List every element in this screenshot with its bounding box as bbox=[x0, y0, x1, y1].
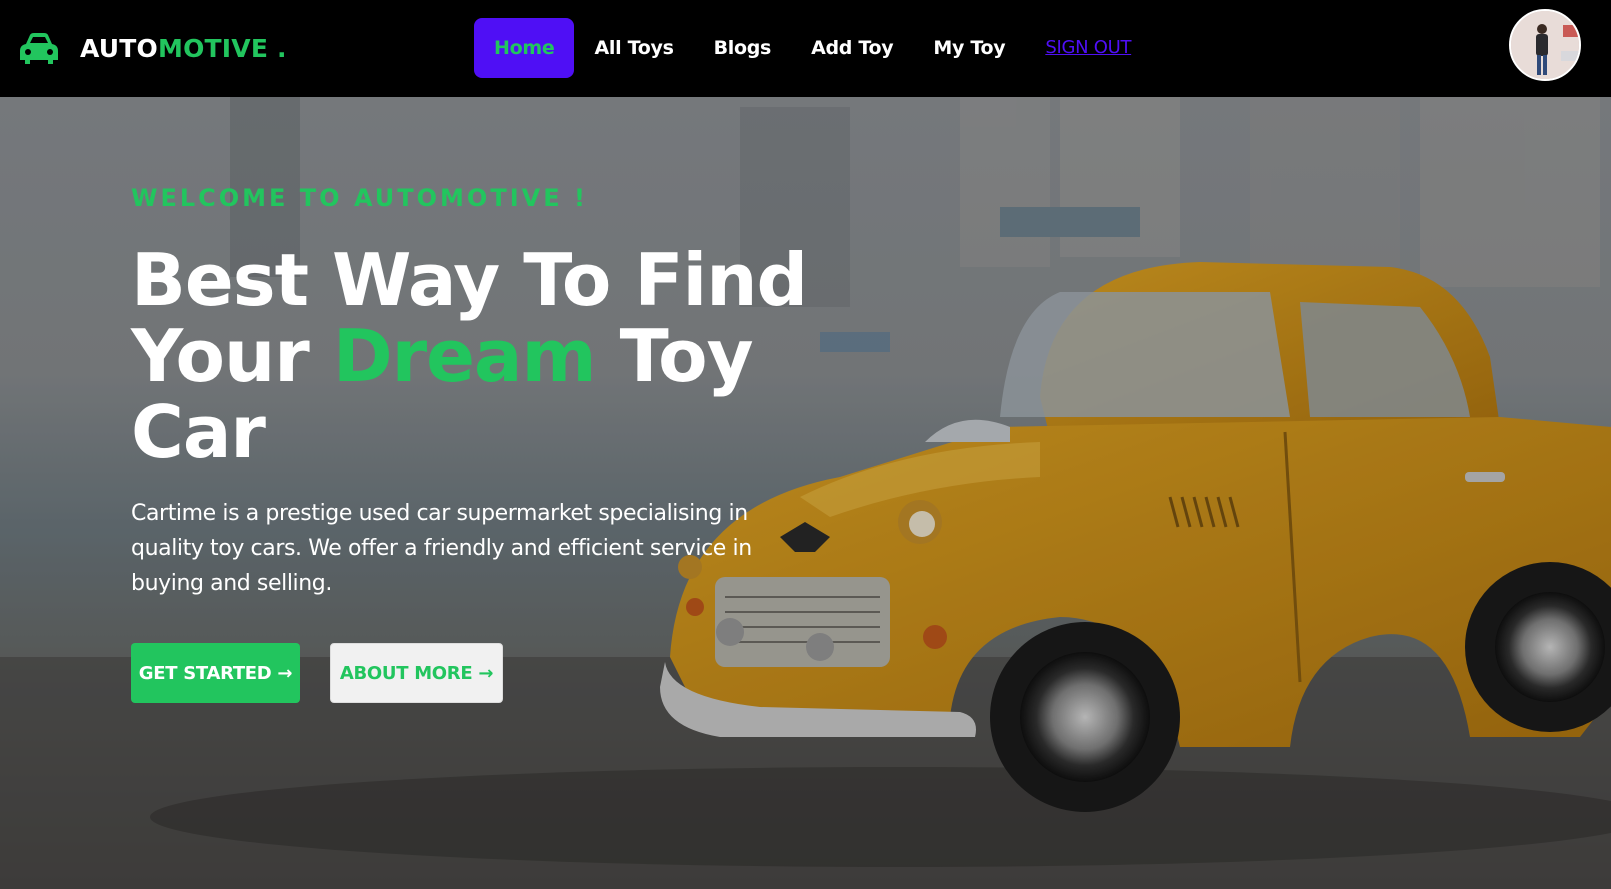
hero-eyebrow: WELCOME TO AUTOMOTIVE ! bbox=[131, 184, 588, 212]
brand-name-part1: AUTO bbox=[80, 33, 158, 63]
sign-out-link[interactable]: SIGN OUT bbox=[1025, 18, 1131, 78]
headline-line2-post: Toy bbox=[595, 314, 754, 398]
nav-home[interactable]: Home bbox=[474, 18, 575, 78]
hero-cta-row: GET STARTED → ABOUT MORE → bbox=[131, 643, 811, 703]
hero-headline: Best Way To Find Your Dream Toy Car bbox=[131, 242, 811, 470]
get-started-button[interactable]: GET STARTED → bbox=[131, 643, 300, 703]
nav-my-toy[interactable]: My Toy bbox=[913, 18, 1025, 78]
nav-all-toys[interactable]: All Toys bbox=[574, 18, 693, 78]
brand-name-part2: MOTIVE . bbox=[158, 33, 287, 63]
headline-line1: Best Way To Find bbox=[131, 238, 808, 322]
headline-accent: Dream bbox=[332, 314, 597, 398]
user-avatar[interactable] bbox=[1509, 9, 1581, 81]
avatar-photo bbox=[1511, 11, 1579, 79]
hero-content: WELCOME TO AUTOMOTIVE ! Best Way To Find… bbox=[131, 184, 811, 703]
nav-add-toy[interactable]: Add Toy bbox=[791, 18, 913, 78]
about-more-button[interactable]: ABOUT MORE → bbox=[330, 643, 503, 703]
hero-section: WELCOME TO AUTOMOTIVE ! Best Way To Find… bbox=[0, 97, 1611, 889]
top-navbar: AUTOMOTIVE . Home All Toys Blogs Add Toy… bbox=[0, 0, 1611, 97]
nav-blogs[interactable]: Blogs bbox=[694, 18, 791, 78]
headline-line2-pre: Your bbox=[131, 314, 333, 398]
hero-description: Cartime is a prestige used car supermark… bbox=[131, 501, 752, 596]
brand-name: AUTOMOTIVE . bbox=[80, 34, 287, 63]
brand-logo[interactable]: AUTOMOTIVE . bbox=[18, 30, 287, 66]
car-icon bbox=[20, 33, 58, 64]
headline-line3: Car bbox=[131, 390, 266, 474]
main-nav: Home All Toys Blogs Add Toy My Toy SIGN … bbox=[474, 18, 1131, 78]
